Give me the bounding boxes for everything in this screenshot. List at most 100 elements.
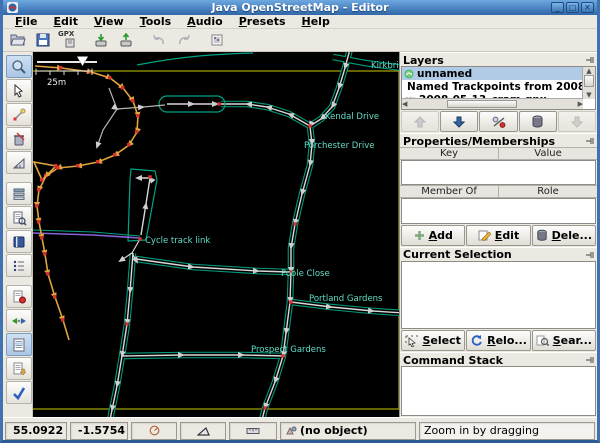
street-label: Kirkbride [371, 61, 399, 71]
layers-icon [13, 188, 25, 200]
search-button[interactable]: Sear... [531, 330, 596, 352]
menu-file[interactable]: File [7, 15, 46, 28]
select-mode-button[interactable] [6, 79, 32, 102]
show-hide-layer-button[interactable] [479, 111, 518, 133]
menu-audio[interactable]: Audio [179, 15, 231, 28]
layer-list-horizontal-scrollbar[interactable]: ◀ ▶ [402, 98, 583, 110]
toggle-properties-dialog-button[interactable] [6, 206, 32, 229]
arrow-up-icon [414, 116, 427, 128]
memberships-table[interactable] [401, 197, 596, 224]
upload-osm-button[interactable] [114, 29, 137, 51]
upload-icon [120, 32, 131, 47]
delete-property-button[interactable]: Dele... [531, 224, 596, 246]
move-layer-down-button[interactable] [440, 111, 479, 133]
pill-way [158, 95, 226, 113]
pen-icon [13, 108, 26, 120]
trash-icon [14, 131, 25, 145]
menu-tools[interactable]: Tools [132, 15, 179, 28]
distance-readout [229, 421, 277, 440]
properties-table[interactable] [401, 160, 596, 185]
command-stack-list[interactable] [401, 366, 596, 416]
toggle-relations-dialog-button[interactable] [6, 230, 32, 253]
layer-list[interactable]: unnamed Named Trackpoints from 2008-05-1… [401, 66, 596, 111]
menu-view[interactable]: View [86, 15, 132, 28]
key-column-header: Key [400, 148, 500, 160]
toggle-selection-list-dialog-button[interactable] [6, 254, 32, 277]
layers-header: Layers [400, 52, 597, 67]
move-layer-up-button[interactable] [401, 111, 440, 133]
layer-row[interactable]: Named Trackpoints from 2008-05-13_cr... [402, 80, 586, 93]
layer-row[interactable]: unnamed [402, 67, 587, 80]
stick-pin-icon[interactable] [586, 137, 595, 145]
open-button[interactable] [6, 29, 29, 51]
preferences-button[interactable] [205, 29, 228, 51]
stick-pin-icon[interactable] [586, 356, 595, 364]
select-cursor-icon [405, 335, 419, 347]
latitude-value: 55.0922 [13, 424, 64, 437]
street-label: Prospect Gardens [251, 345, 326, 355]
selected-way [33, 232, 141, 239]
street-label: Kendal Drive [325, 112, 379, 122]
zoom-mode-button[interactable] [6, 55, 32, 78]
scale-bar: 25m [35, 68, 93, 88]
measure-mode-button[interactable] [6, 151, 32, 174]
delete-layer-button[interactable] [518, 111, 557, 133]
reload-button[interactable]: Relo... [466, 330, 531, 352]
toggle-conflict-dialog-button[interactable] [6, 309, 32, 332]
toggle-current-selection-dialog-button[interactable] [6, 333, 32, 356]
latitude-readout: 55.0922 [5, 421, 67, 440]
maximize-button[interactable]: □ [566, 2, 579, 13]
merge-layer-button[interactable] [557, 111, 596, 133]
title-bar[interactable]: Java OpenStreetMap - Editor _ □ ✕ [3, 0, 597, 15]
clock-icon [149, 425, 159, 436]
angle-readout [180, 421, 226, 440]
document-stamp-icon [13, 290, 26, 303]
undo-button[interactable] [147, 29, 170, 51]
folder-icon [9, 34, 26, 46]
command-stack-title: Command Stack [403, 353, 503, 367]
street-label: Cycle track link [145, 236, 210, 246]
download-osm-button[interactable] [89, 29, 112, 51]
edit-property-button[interactable]: Edit [466, 224, 531, 246]
top-arc-way [136, 52, 254, 66]
menu-help[interactable]: Help [294, 15, 338, 28]
josm-window: Java OpenStreetMap - Editor _ □ ✕ File E… [0, 0, 600, 443]
properties-table-header: Key Value [400, 147, 597, 161]
preferences-icon [211, 34, 222, 46]
select-button[interactable]: Select [401, 330, 466, 352]
ruler-icon [246, 427, 260, 434]
toggle-command-stack-dialog-button[interactable] [6, 357, 32, 380]
dialogs-panel: Layers unnamed Named Trackpoints from 20… [399, 52, 597, 417]
trash-cylinder-icon [536, 229, 547, 241]
menu-presets[interactable]: Presets [231, 15, 294, 28]
zoom-slider[interactable] [37, 56, 97, 67]
draw-node-mode-button[interactable] [6, 103, 32, 126]
add-label: Add [428, 228, 453, 242]
edit-label: Edit [494, 228, 520, 242]
search-icon [536, 335, 549, 347]
reload-label: Relo... [487, 334, 527, 348]
stick-pin-icon[interactable] [586, 56, 595, 64]
delete-mode-button[interactable] [6, 127, 32, 150]
orange-track [33, 65, 139, 341]
longitude-value: -1.5754 [78, 424, 126, 437]
layer-list-vertical-scrollbar[interactable]: ▲ ▼ [582, 67, 595, 100]
arrow-down-icon [453, 116, 466, 128]
menu-edit[interactable]: Edit [46, 15, 86, 28]
street-label: Porchester Drive [304, 141, 374, 151]
apply-check-button[interactable] [6, 381, 32, 404]
hint-text: Zoom in by dragging [424, 424, 539, 437]
toggle-layers-dialog-button[interactable] [6, 182, 32, 205]
download-icon [95, 34, 106, 47]
stick-pin-icon[interactable] [586, 251, 595, 259]
download-gpx-button[interactable]: GPX [56, 29, 79, 51]
map-canvas[interactable]: 25m Kirkbride Kendal Drive Porchester Dr… [33, 52, 400, 417]
toggle-authors-dialog-button[interactable] [6, 285, 32, 308]
redo-button[interactable] [172, 29, 195, 51]
selection-list[interactable] [401, 260, 596, 330]
minimize-button[interactable]: _ [551, 2, 564, 13]
close-button[interactable]: ✕ [581, 2, 594, 13]
road-casings [110, 52, 399, 417]
save-button[interactable] [31, 29, 54, 51]
add-property-button[interactable]: Add [401, 224, 466, 246]
